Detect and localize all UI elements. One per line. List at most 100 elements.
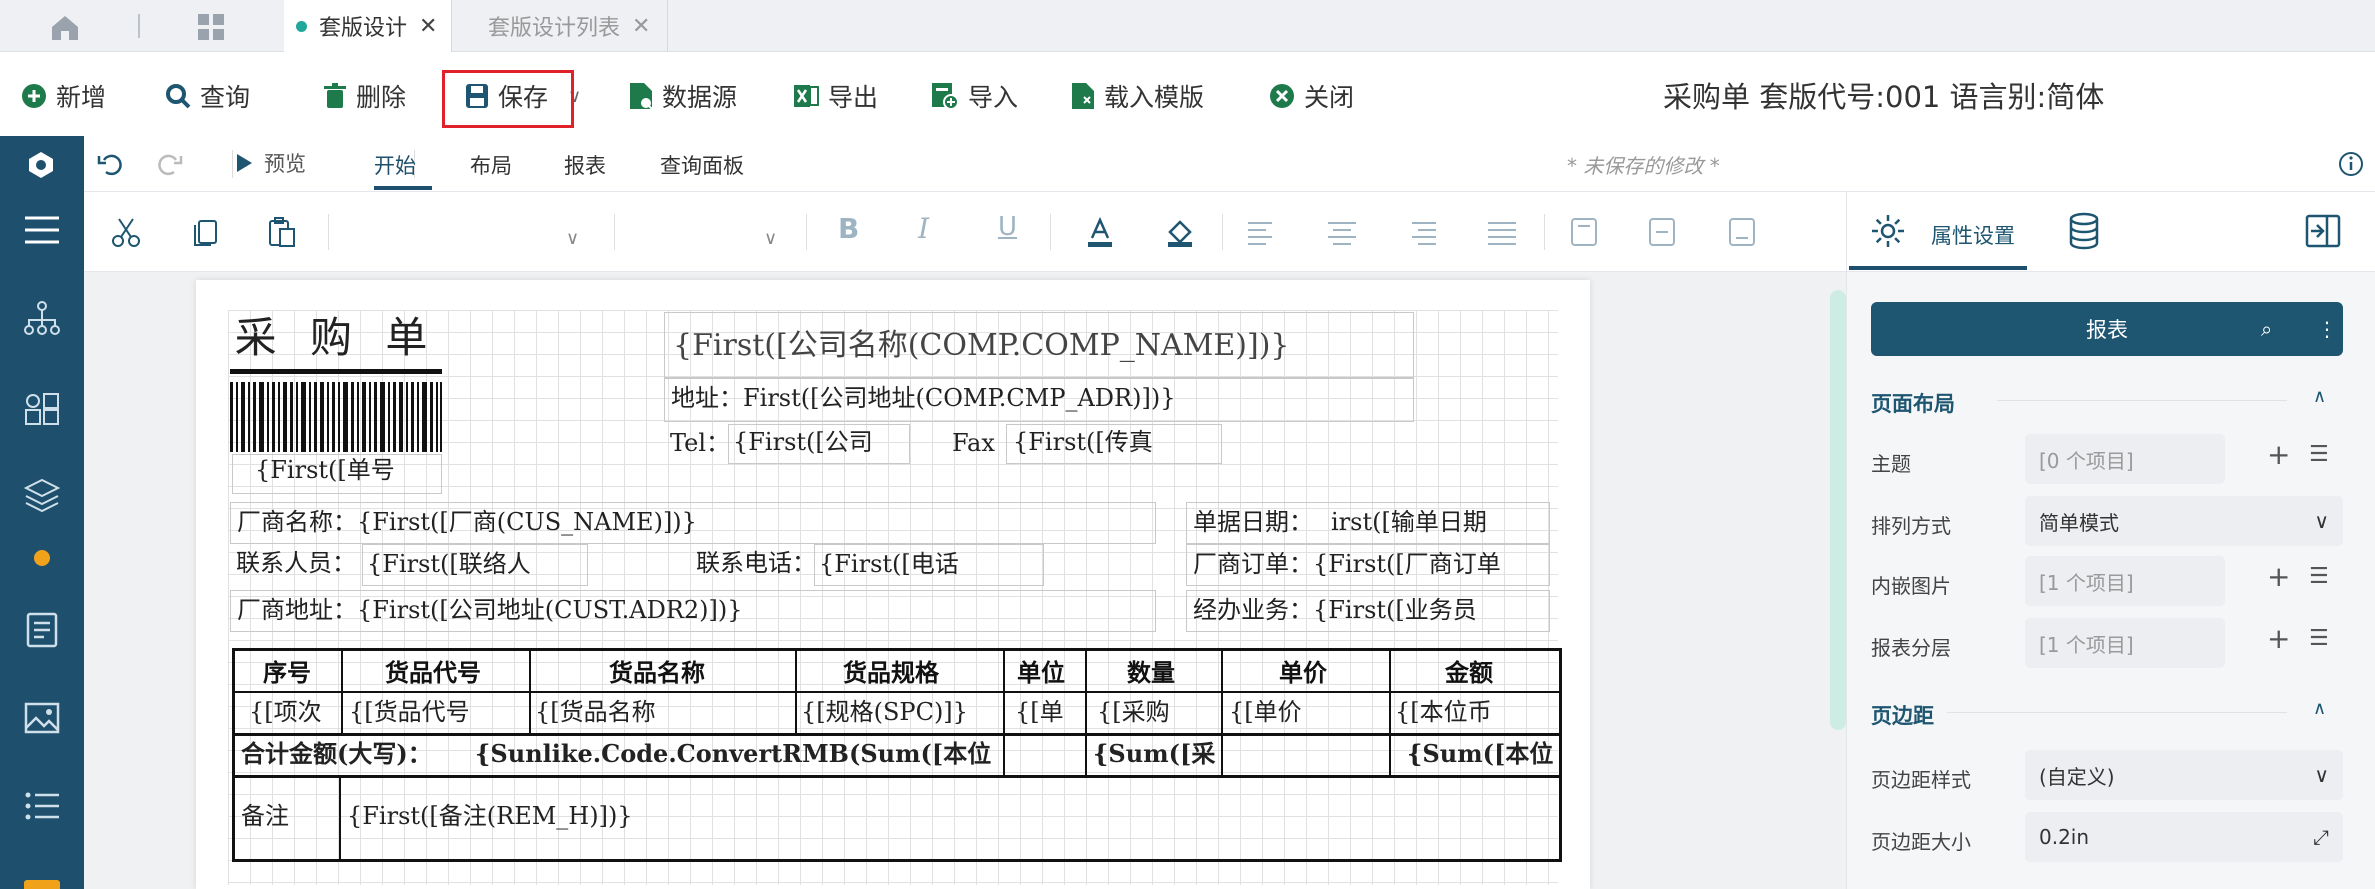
list-menu-icon[interactable]: ☰ — [2309, 564, 2329, 589]
underline-icon[interactable]: U — [998, 212, 1017, 242]
company-address-row[interactable]: 地址：First([公司地址(COMP.CMP_ADR)])} — [664, 378, 1414, 422]
italic-icon[interactable]: I — [918, 212, 929, 245]
contact-field[interactable]: {First([联络人 — [362, 544, 588, 586]
export-button[interactable]: 导出 — [792, 76, 878, 116]
tab-template-list[interactable]: 套版设计列表 ✕ — [452, 0, 668, 52]
gear-icon[interactable] — [1869, 212, 1907, 250]
report-selector[interactable]: 报表 ⌕ ⋮ — [1871, 302, 2343, 356]
info-icon[interactable] — [2338, 151, 2364, 177]
tab-template-design[interactable]: 套版设计 ✕ — [284, 0, 452, 52]
vertical-scrollbar[interactable] — [1830, 290, 1846, 730]
add-icon[interactable]: + — [2267, 438, 2290, 471]
apps-grid-icon[interactable] — [196, 12, 226, 42]
report-title[interactable]: 采 购 单 — [230, 312, 442, 374]
datasource-file-icon — [630, 83, 653, 110]
add-icon[interactable]: + — [2267, 622, 2290, 655]
embedded-images-field[interactable]: [1 个项目] — [2025, 556, 2225, 606]
more-vertical-icon[interactable]: ⋮ — [2317, 317, 2337, 341]
bill-number-field[interactable]: {First([单号 — [232, 454, 442, 494]
date-row[interactable]: 单据日期： irst([输单日期 — [1186, 502, 1550, 544]
divider — [328, 214, 329, 250]
section-page-layout[interactable]: 页面布局 — [1871, 388, 1955, 418]
properties-panel: 属性设置 报表 ⌕ ⋮ 页面布局 ∧ 主题 [0 个项目] + ☰ 排列方式 简… — [1846, 192, 2375, 889]
font-family-dropdown-chevron-icon[interactable]: ∨ — [566, 228, 579, 249]
bold-icon[interactable]: B — [838, 212, 859, 245]
list-menu-icon[interactable]: ☰ — [2309, 626, 2329, 651]
database-icon[interactable] — [2067, 212, 2101, 250]
close-button[interactable]: 关闭 — [1268, 76, 1354, 116]
contact-label[interactable]: 联系人员： — [236, 548, 356, 578]
expand-icon[interactable]: ⤢ — [2313, 825, 2329, 849]
hamburger-menu-icon[interactable] — [22, 210, 62, 250]
search-icon[interactable]: ⌕ — [2261, 317, 2272, 341]
image-icon[interactable] — [22, 698, 62, 738]
section-margins[interactable]: 页边距 — [1871, 700, 1934, 730]
layers-icon[interactable] — [22, 474, 62, 514]
company-name-field[interactable]: {First([公司名称(COMP.COMP_NAME)])} — [664, 312, 1414, 378]
phone-field[interactable]: {First([电话 — [814, 544, 1044, 586]
margin-size-field[interactable]: 0.2in ⤢ — [2025, 812, 2343, 862]
paste-icon[interactable] — [264, 214, 300, 250]
fax-field[interactable]: {First([传真 — [1006, 424, 1222, 464]
query-button[interactable]: 查询 — [164, 76, 250, 116]
valign-middle-icon[interactable] — [1644, 214, 1680, 250]
delete-button[interactable]: 删除 — [322, 76, 406, 116]
tab-query-panel[interactable]: 查询面板 — [660, 150, 744, 180]
align-center-icon[interactable] — [1324, 214, 1360, 250]
font-color-icon[interactable] — [1082, 214, 1118, 250]
valign-top-icon[interactable] — [1566, 214, 1602, 250]
tel-label[interactable]: Tel： — [670, 428, 730, 458]
chevron-up-icon[interactable]: ∧ — [2313, 698, 2326, 719]
phone-label[interactable]: 联系电话： — [696, 548, 816, 578]
align-right-icon[interactable] — [1404, 214, 1440, 250]
handler-row[interactable]: 经办业务：{First([业务员 — [1186, 590, 1550, 632]
tab-layout[interactable]: 布局 — [470, 150, 512, 180]
align-justify-icon[interactable] — [1484, 214, 1520, 250]
redo-icon[interactable] — [156, 150, 184, 178]
tab-report[interactable]: 报表 — [564, 150, 606, 180]
sun-icon[interactable] — [22, 536, 62, 576]
undo-icon[interactable] — [96, 150, 124, 178]
import-button[interactable]: 导入 — [930, 76, 1018, 116]
vendor-order-row[interactable]: 厂商订单：{First([厂商订单 — [1186, 544, 1550, 586]
load-template-button[interactable]: 载入模版 — [1070, 76, 1204, 116]
play-icon — [237, 154, 252, 172]
property-label: 页边距样式 — [1871, 768, 1971, 792]
property-settings-tab[interactable]: 属性设置 — [1931, 220, 2015, 250]
preview-button[interactable]: 预览 — [234, 148, 306, 178]
datasource-label: 数据源 — [662, 83, 738, 112]
home-icon[interactable] — [48, 12, 82, 42]
folder-icon[interactable] — [24, 880, 60, 889]
arrangement-dropdown[interactable]: 简单模式 ∨ — [2025, 496, 2343, 546]
report-layers-field[interactable]: [1 个项目] — [2025, 618, 2225, 668]
align-left-icon[interactable] — [1244, 214, 1280, 250]
list-menu-icon[interactable]: ☰ — [2309, 442, 2329, 467]
close-tab-icon[interactable]: ✕ — [419, 14, 437, 39]
list-icon[interactable] — [22, 786, 62, 826]
copy-icon[interactable] — [188, 214, 224, 250]
col-divider — [1389, 651, 1391, 775]
vendor-row[interactable]: 厂商名称：{First([厂商(CUS_NAME)])} — [230, 502, 1156, 544]
margin-style-dropdown[interactable]: (自定义) ∨ — [2025, 750, 2343, 800]
detail-table[interactable]: 序号 货品代号 货品名称 货品规格 单位 数量 单价 金额 {[项次 {[货品代… — [232, 648, 1562, 862]
chevron-up-icon[interactable]: ∧ — [2313, 386, 2326, 407]
barcode-icon[interactable] — [230, 382, 442, 452]
tab-start[interactable]: 开始 — [374, 150, 416, 180]
report-document-icon[interactable] — [22, 610, 62, 650]
components-icon[interactable] — [22, 390, 62, 430]
collapse-panel-icon[interactable] — [2305, 214, 2341, 248]
datasource-button[interactable]: 数据源 — [628, 76, 737, 116]
org-tree-icon[interactable] — [22, 298, 62, 338]
font-size-dropdown-chevron-icon[interactable]: ∨ — [764, 228, 777, 249]
fax-label[interactable]: Fax — [952, 428, 995, 458]
import-icon — [932, 83, 959, 110]
tel-field[interactable]: {First([公司 — [728, 424, 910, 464]
add-icon[interactable]: + — [2267, 560, 2290, 593]
add-button[interactable]: 新增 — [20, 76, 106, 116]
fill-color-icon[interactable] — [1162, 214, 1198, 250]
close-tab-icon[interactable]: ✕ — [632, 14, 650, 39]
cut-icon[interactable] — [108, 214, 144, 250]
valign-bottom-icon[interactable] — [1724, 214, 1760, 250]
theme-field[interactable]: [0 个项目] — [2025, 434, 2225, 484]
vendor-address-row[interactable]: 厂商地址：{First([公司地址(CUST.ADR2)])} — [230, 590, 1156, 632]
